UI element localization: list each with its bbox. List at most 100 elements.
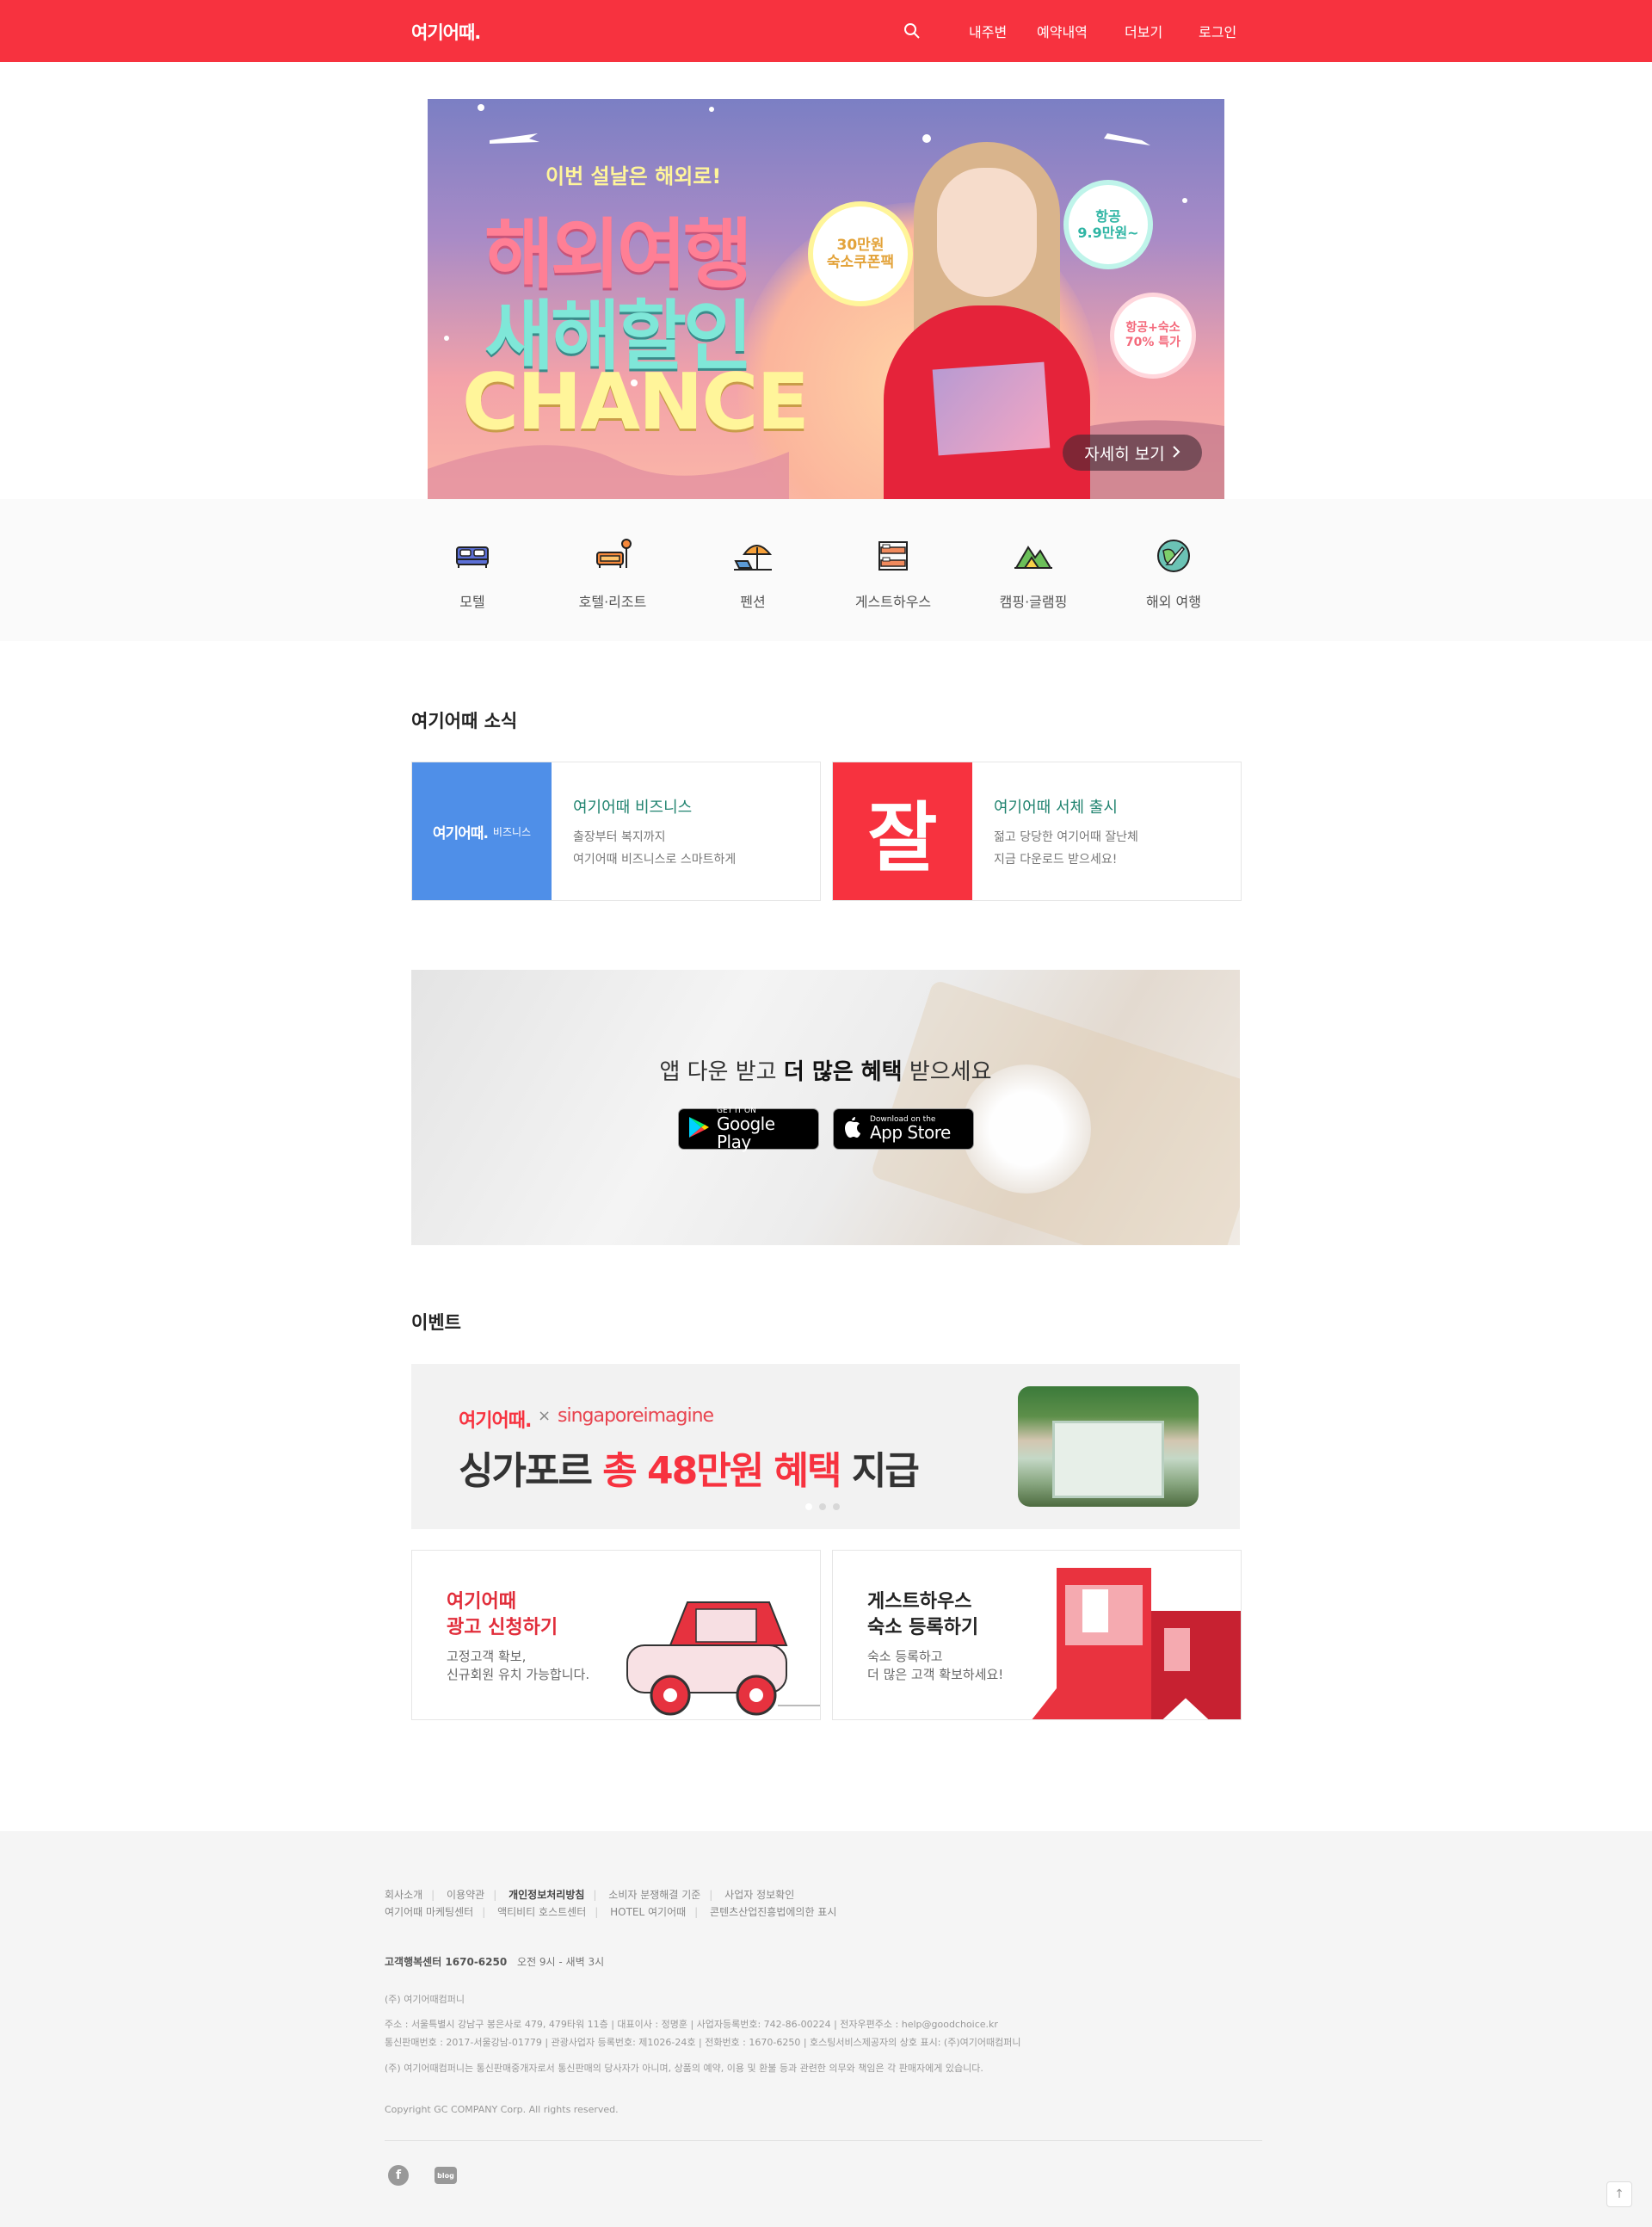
company-name: (주) 여기어때컴퍼니 xyxy=(385,1994,465,2005)
customer-center-hours: 오전 9시 - 새벽 3시 xyxy=(517,1956,605,1968)
news-card-business[interactable]: 여기어때. 비즈니스 여기어때 비즈니스 출장부터 복지까지 여기어때 비즈니스… xyxy=(411,762,821,901)
footer-link[interactable]: 콘텐츠산업진흥법에의한 표시 xyxy=(710,1906,836,1918)
nav-login[interactable]: 로그인 xyxy=(1199,21,1236,41)
carousel-dot[interactable] xyxy=(819,1503,826,1510)
category-motel[interactable]: 모텔 xyxy=(421,535,524,611)
promo-title: 여기어때 광고 신청하기 xyxy=(447,1591,558,1638)
category-overseas[interactable]: 해외 여행 xyxy=(1122,535,1225,611)
news-card-font[interactable]: 잘 여기어때 서체 출시 젊고 당당한 여기어때 잘난체 지금 다운로드 받으세… xyxy=(832,762,1242,901)
carousel-dots[interactable] xyxy=(805,1503,840,1510)
news-card-desc: 지금 다운로드 받으세요! xyxy=(994,853,1118,867)
banner-subtitle: 이번 설날은 해외로! xyxy=(546,164,722,188)
hero-banner[interactable]: 이번 설날은 해외로! 해외여행 새해할인 CHANCE 30만원 숙소쿠폰팩 … xyxy=(428,99,1224,499)
promo-title: 게스트하우스 숙소 등록하기 xyxy=(867,1591,979,1638)
bunk-bed-icon xyxy=(872,535,914,577)
footer-links-row-2: 여기어때 마케팅센터 | 액티비티 호스트센터 | HOTEL 여기어때 | 콘텐츠산… xyxy=(385,1906,837,1918)
font-thumbnail: 잘 xyxy=(833,762,972,900)
banner-headline-3: CHANCE xyxy=(462,357,810,447)
footer-link[interactable]: HOTEL 여기어때 xyxy=(610,1906,686,1918)
business-thumb-label: 비즈니스 xyxy=(492,825,532,838)
event-partner-logo: singaporeimagine xyxy=(558,1405,714,1427)
guesthouse-illustration xyxy=(1032,1568,1241,1719)
news-card-desc: 출장부터 복지까지 xyxy=(573,830,666,844)
app-download-banner: 앱 다운 받고 더 많은 혜택 받으세요 GET IT ON Google Pl… xyxy=(411,970,1240,1245)
footer-link-privacy[interactable]: 개인정보처리방침 xyxy=(509,1889,584,1901)
footer-link[interactable]: 이용약관 xyxy=(447,1889,484,1901)
news-section-title: 여기어때 소식 xyxy=(411,711,518,731)
footer-link[interactable]: 회사소개 xyxy=(385,1889,422,1901)
bed-icon xyxy=(452,535,493,577)
promo-desc: 고정고객 확보, 신규회원 유치 가능합니다. xyxy=(447,1649,590,1682)
banner-more-button[interactable]: 자세히 보기 xyxy=(1063,435,1202,471)
carousel-dot[interactable] xyxy=(833,1503,840,1510)
customer-center: 고객행복센터 1670-6250 오전 9시 - 새벽 3시 xyxy=(385,1954,604,1969)
beach-umbrella-icon xyxy=(732,535,774,577)
nav-nearby[interactable]: 내주변 xyxy=(969,21,1007,41)
news-card-title: 여기어때 비즈니스 xyxy=(573,799,693,817)
facebook-icon[interactable]: f xyxy=(388,2165,409,2186)
business-thumbnail: 여기어때. 비즈니스 xyxy=(412,762,552,900)
flight-badge: 항공 9.9만원~ xyxy=(1069,185,1148,264)
category-label: 호텔·리조트 xyxy=(578,594,647,610)
category-camping[interactable]: 캠핑·글램핑 xyxy=(982,535,1085,611)
sofa-icon xyxy=(592,535,633,577)
company-notice: (주) 여기어때컴퍼니는 통신판매중개자로서 통신판매의 당사자가 아니며, 상… xyxy=(385,2063,983,2074)
event-banner-singapore[interactable]: 여기어때. × singaporeimagine 싱가포르 총 48만원 혜택 … xyxy=(411,1364,1240,1529)
footer-links-row-1: 회사소개 | 이용약관 | 개인정보처리방침 | 소비자 분쟁해결 기준 | 사업자 정… xyxy=(385,1889,795,1901)
company-registration: 통신판매번호 : 2017-서울강남-01779 | 관광사업자 등록번호: 제… xyxy=(385,2037,1021,2048)
google-play-big: Google Play xyxy=(717,1113,775,1152)
car-illustration xyxy=(626,1601,820,1716)
category-label: 모텔 xyxy=(459,594,485,610)
event-headline: 싱가포르 총 48만원 혜택 지급 xyxy=(459,1449,920,1493)
event-photo xyxy=(1018,1386,1199,1507)
banner-model-image xyxy=(884,142,1090,499)
category-label: 게스트하우스 xyxy=(854,594,932,610)
promo-desc: 숙소 등록하고 더 많은 고객 확보하세요! xyxy=(867,1649,1004,1682)
event-brand-logo: 여기어때. xyxy=(459,1410,532,1432)
app-store-button[interactable]: Download on the App Store xyxy=(833,1108,974,1150)
app-store-big: App Store xyxy=(870,1122,951,1143)
event-collab-x: × xyxy=(538,1407,552,1425)
footer-divider xyxy=(385,2140,1262,2141)
nav-reservations[interactable]: 예약내역 xyxy=(1037,21,1088,41)
blog-icon[interactable]: blog xyxy=(435,2167,457,2184)
customer-center-phone: 고객행복센터 1670-6250 xyxy=(385,1956,508,1968)
news-card-title: 여기어때 서체 출시 xyxy=(994,799,1118,817)
footer-link[interactable]: 사업자 정보확인 xyxy=(724,1889,794,1901)
coupon-badge: 30만원 숙소쿠폰팩 xyxy=(813,207,908,301)
promo-advertise[interactable]: 여기어때 광고 신청하기 고정고객 확보, 신규회원 유치 가능합니다. xyxy=(411,1550,821,1720)
apple-icon xyxy=(842,1115,863,1143)
arrow-up-icon: ↑ xyxy=(1614,2187,1624,2201)
category-label: 펜션 xyxy=(740,594,766,610)
category-label: 해외 여행 xyxy=(1146,594,1201,610)
carousel-dot[interactable] xyxy=(805,1503,812,1510)
nav-more[interactable]: 더보기 xyxy=(1125,21,1162,41)
footer-link[interactable]: 소비자 분쟁해결 기준 xyxy=(608,1889,700,1901)
category-guesthouse[interactable]: 게스트하우스 xyxy=(841,535,945,611)
company-address: 주소 : 서울특별시 강남구 봉은사로 479, 479타워 11층 | 대표이… xyxy=(385,2019,998,2030)
events-section-title: 이벤트 xyxy=(411,1312,461,1333)
footer-link[interactable]: 액티비티 호스트센터 xyxy=(497,1906,586,1918)
banner-more-label: 자세히 보기 xyxy=(1084,444,1165,464)
copyright: Copyright GC COMPANY Corp. All rights re… xyxy=(385,2104,619,2115)
google-play-icon xyxy=(687,1115,710,1143)
font-thumb-glyph: 잘 xyxy=(867,793,938,882)
category-label: 캠핑·글램핑 xyxy=(999,594,1068,610)
chevron-right-icon xyxy=(1172,443,1180,462)
business-thumb-logo: 여기어때. xyxy=(432,824,489,842)
category-hotel-resort[interactable]: 호텔·리조트 xyxy=(561,535,664,611)
package-badge: 항공+숙소 70% 특가 xyxy=(1114,297,1192,374)
logo[interactable]: 여기어때. xyxy=(411,19,481,45)
app-download-text: 앱 다운 받고 더 많은 혜택 받으세요 xyxy=(659,1059,992,1085)
globe-plane-icon xyxy=(1153,535,1194,577)
news-card-desc: 젊고 당당한 여기어때 잘난체 xyxy=(994,830,1138,844)
tent-icon xyxy=(1013,535,1054,577)
category-bar xyxy=(0,499,1652,641)
search-icon[interactable] xyxy=(903,22,921,40)
google-play-button[interactable]: GET IT ON Google Play xyxy=(678,1107,819,1152)
promo-guesthouse[interactable]: 게스트하우스 숙소 등록하기 숙소 등록하고 더 많은 고객 확보하세요! xyxy=(832,1550,1242,1720)
scroll-top-button[interactable]: ↑ xyxy=(1606,2181,1632,2207)
category-pension[interactable]: 펜션 xyxy=(701,535,804,611)
footer-link[interactable]: 여기어때 마케팅센터 xyxy=(385,1906,473,1918)
news-card-desc: 여기어때 비즈니스로 스마트하게 xyxy=(573,853,737,867)
